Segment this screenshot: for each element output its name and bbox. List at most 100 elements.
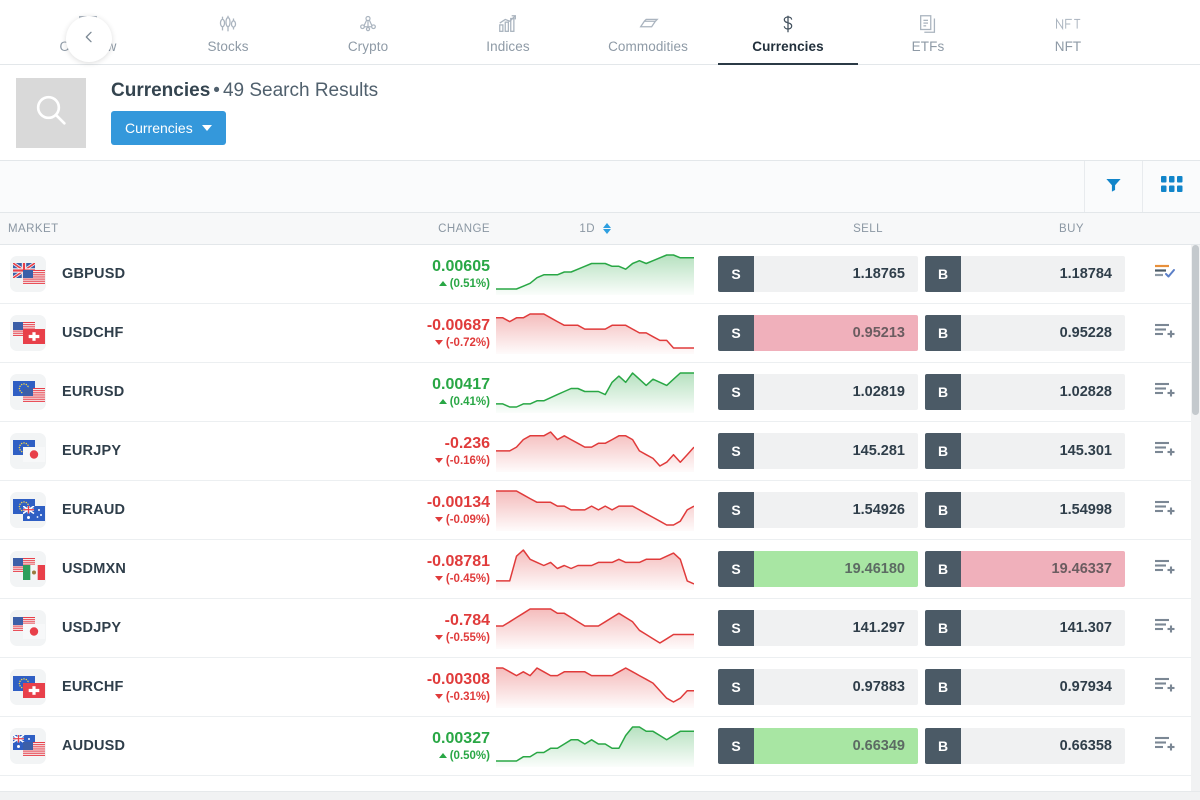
nav-tab-label: ETFs (911, 38, 945, 54)
buy-cell[interactable]: B 19.46337 (915, 551, 1130, 587)
back-button[interactable] (66, 16, 112, 62)
sell-cell[interactable]: S 19.46180 (700, 551, 918, 587)
buy-price: 145.301 (961, 433, 1125, 469)
sell-cell[interactable]: S 0.95213 (700, 315, 918, 351)
sell-cell[interactable]: S 1.54926 (700, 492, 918, 528)
table-row[interactable]: AUDUSD 0.00327 (0.50%) S 0.66349 B 0.663… (0, 717, 1200, 776)
watchlist-add-icon[interactable] (1154, 676, 1176, 699)
sell-button[interactable]: S 0.97883 (718, 669, 918, 705)
column-header-change: CHANGE (438, 222, 490, 235)
watchlist-add-icon[interactable] (1154, 322, 1176, 345)
vertical-scrollbar[interactable] (1191, 245, 1200, 797)
buy-cell[interactable]: B 1.02828 (915, 374, 1130, 410)
column-header-period[interactable]: 1D (490, 223, 700, 235)
nav-tab-etfs[interactable]: ETFs (858, 0, 998, 64)
buy-button[interactable]: B 0.66358 (925, 728, 1125, 764)
buy-tag: B (925, 728, 961, 764)
table-row[interactable]: EURJPY -0.236 (-0.16%) S 145.281 B 145.3… (0, 422, 1200, 481)
nav-tab-stocks[interactable]: Stocks (158, 0, 298, 64)
magnifier-icon (31, 90, 71, 135)
buy-cell[interactable]: B 1.54998 (915, 492, 1130, 528)
market-symbol: EURJPY (62, 443, 122, 459)
buy-price: 1.02828 (961, 374, 1125, 410)
sell-button[interactable]: S 145.281 (718, 433, 918, 469)
buy-button[interactable]: B 19.46337 (925, 551, 1125, 587)
buy-cell[interactable]: B 141.307 (915, 610, 1130, 646)
watchlist-add-icon[interactable] (1154, 499, 1176, 522)
buy-cell[interactable]: B 1.18784 (915, 256, 1130, 292)
table-row[interactable]: EURCHF -0.00308 (-0.31%) S 0.97883 B 0.9… (0, 658, 1200, 717)
buy-button[interactable]: B 1.54998 (925, 492, 1125, 528)
market-cell[interactable]: EURAUD (0, 492, 335, 528)
buy-cell[interactable]: B 0.95228 (915, 315, 1130, 351)
filter-button[interactable] (1084, 161, 1142, 212)
sell-cell[interactable]: S 0.97883 (700, 669, 918, 705)
nav-tab-indices[interactable]: Indices (438, 0, 578, 64)
sell-tag: S (718, 433, 754, 469)
nav-tab-commodities[interactable]: Commodities (578, 0, 718, 64)
sell-cell[interactable]: S 0.66349 (700, 728, 918, 764)
watchlist-add-icon[interactable] (1154, 617, 1176, 640)
actions-cell (1130, 440, 1200, 463)
page-title: Currencies • 49 Search Results (111, 80, 378, 102)
market-cell[interactable]: USDCHF (0, 315, 335, 351)
buy-cell[interactable]: B 0.66358 (915, 728, 1130, 764)
funnel-filter-icon (1104, 175, 1123, 199)
market-cell[interactable]: AUDUSD (0, 728, 335, 764)
buy-button[interactable]: B 141.307 (925, 610, 1125, 646)
nav-tab-crypto[interactable]: Crypto (298, 0, 438, 64)
horizontal-scrollbar[interactable] (0, 791, 1200, 800)
sell-cell[interactable]: S 1.02819 (700, 374, 918, 410)
market-symbol: GBPUSD (62, 266, 126, 282)
sell-cell[interactable]: S 141.297 (700, 610, 918, 646)
buy-button[interactable]: B 0.97934 (925, 669, 1125, 705)
vertical-scrollbar-thumb[interactable] (1192, 245, 1199, 415)
table-row[interactable]: GBPUSD 0.00605 (0.51%) S 1.18765 B 1.187… (0, 245, 1200, 304)
sell-button[interactable]: S 0.95213 (718, 315, 918, 351)
buy-cell[interactable]: B 0.97934 (915, 669, 1130, 705)
market-cell[interactable]: EURJPY (0, 433, 335, 469)
sell-button[interactable]: S 1.54926 (718, 492, 918, 528)
buy-button[interactable]: B 145.301 (925, 433, 1125, 469)
category-dropdown-button[interactable]: Currencies (111, 111, 226, 145)
buy-tag: B (925, 374, 961, 410)
watchlist-added-icon[interactable] (1154, 263, 1176, 286)
market-cell[interactable]: EURCHF (0, 669, 335, 705)
sell-button[interactable]: S 0.66349 (718, 728, 918, 764)
table-row[interactable]: EURAUD -0.00134 (-0.09%) S 1.54926 B 1.5… (0, 481, 1200, 540)
watchlist-add-icon[interactable] (1154, 381, 1176, 404)
sell-button[interactable]: S 141.297 (718, 610, 918, 646)
sparkline-chart (490, 662, 700, 713)
nav-tab-label: Indices (486, 38, 530, 54)
buy-button[interactable]: B 1.18784 (925, 256, 1125, 292)
buy-button[interactable]: B 1.02828 (925, 374, 1125, 410)
sell-cell[interactable]: S 145.281 (700, 433, 918, 469)
buy-cell[interactable]: B 145.301 (915, 433, 1130, 469)
watchlist-add-icon[interactable] (1154, 440, 1176, 463)
sell-button[interactable]: S 19.46180 (718, 551, 918, 587)
sell-button[interactable]: S 1.18765 (718, 256, 918, 292)
documents-icon (917, 11, 939, 37)
search-category: Currencies (111, 80, 211, 101)
buy-button[interactable]: B 0.95228 (925, 315, 1125, 351)
sell-button[interactable]: S 1.02819 (718, 374, 918, 410)
market-cell[interactable]: EURUSD (0, 374, 335, 410)
market-symbol: USDJPY (62, 620, 122, 636)
nav-tab-currencies[interactable]: Currencies (718, 0, 858, 65)
sell-cell[interactable]: S 1.18765 (700, 256, 918, 292)
currency-pair-flags-icon (10, 374, 46, 410)
table-row[interactable]: USDJPY -0.784 (-0.55%) S 141.297 B 141.3… (0, 599, 1200, 658)
market-cell[interactable]: GBPUSD (0, 256, 335, 292)
market-cell[interactable]: USDMXN (0, 551, 335, 587)
watchlist-add-icon[interactable] (1154, 735, 1176, 758)
column-header-period-label: 1D (579, 222, 595, 235)
grid-view-button[interactable] (1142, 161, 1200, 212)
table-row[interactable]: EURUSD 0.00417 (0.41%) S 1.02819 B 1.028… (0, 363, 1200, 422)
table-row[interactable]: USDMXN -0.08781 (-0.45%) S 19.46180 B 19… (0, 540, 1200, 599)
table-row[interactable]: USDCHF -0.00687 (-0.72%) S 0.95213 B 0.9… (0, 304, 1200, 363)
market-cell[interactable]: USDJPY (0, 610, 335, 646)
actions-cell (1130, 735, 1200, 758)
watchlist-add-icon[interactable] (1154, 558, 1176, 581)
search-thumbnail (16, 77, 86, 148)
nav-tab-nft[interactable]: NFT (998, 0, 1138, 64)
